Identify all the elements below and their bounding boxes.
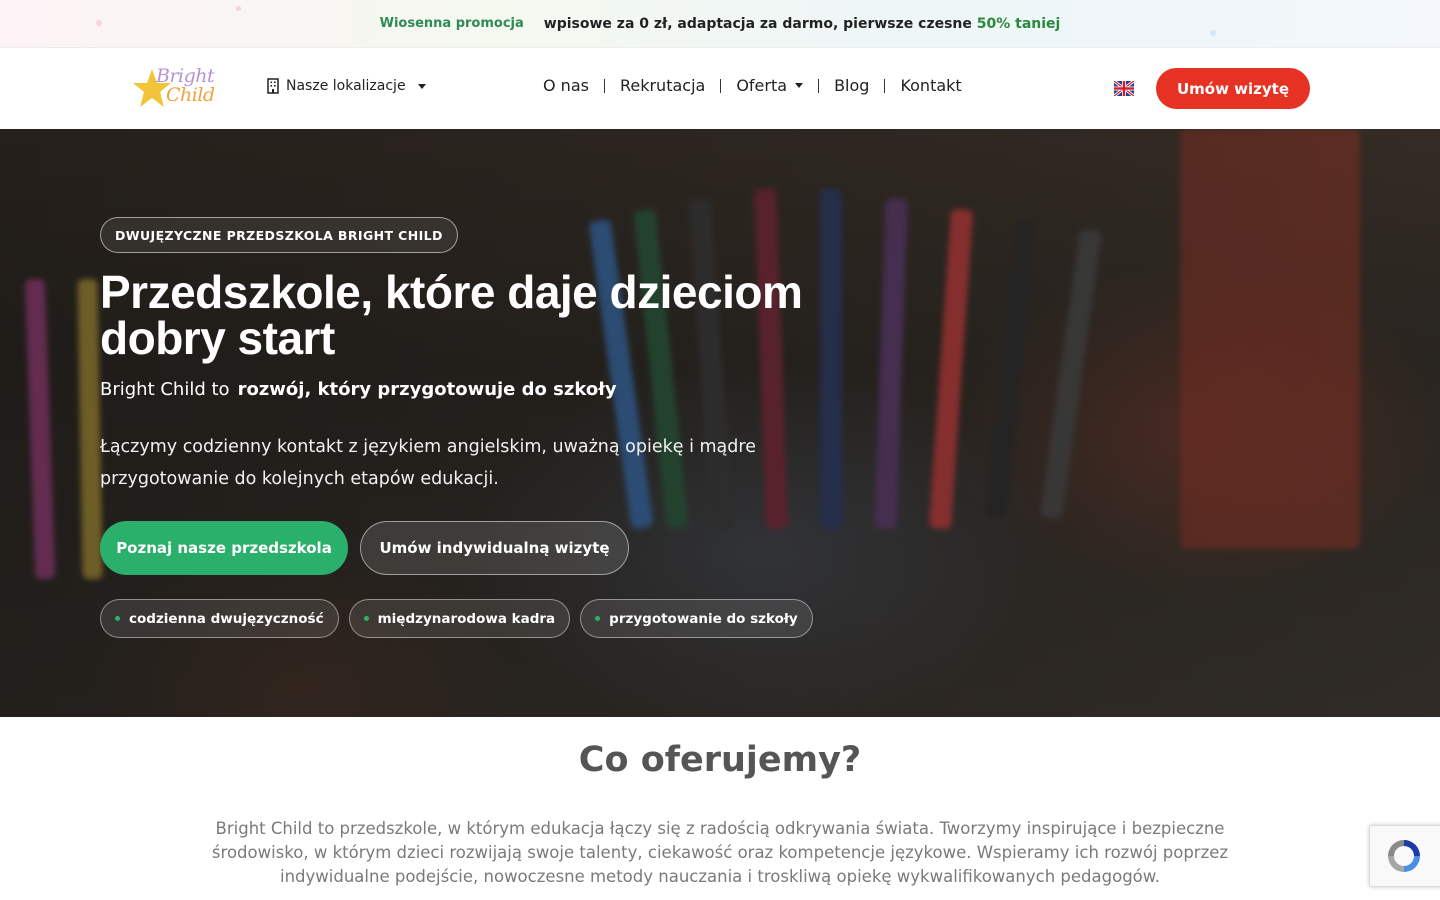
locations-label: Nasze lokalizacje xyxy=(286,78,406,94)
book-individual-visit-button[interactable]: Umów indywidualną wizytę xyxy=(360,521,629,575)
feature-chip-label: międzynarodowa kadra xyxy=(377,610,556,627)
nav-item-oferta-label: Oferta xyxy=(736,76,788,95)
confetti-decoration xyxy=(96,20,102,26)
explore-kindergartens-button[interactable]: Poznaj nasze przedszkola xyxy=(100,521,348,575)
nav-item-kontakt[interactable]: Kontakt xyxy=(900,76,961,95)
promo-highlight: 50% taniej xyxy=(976,15,1061,32)
nav-divider xyxy=(720,78,722,93)
logo[interactable]: Bright Child xyxy=(132,64,232,112)
nav-divider xyxy=(818,78,820,93)
feature-chip-label: przygotowanie do szkoły xyxy=(609,610,798,627)
main-nav: O nas Rekrutacja Oferta Blog Kontakt xyxy=(543,76,962,95)
chevron-down-icon xyxy=(795,83,804,88)
nav-item-rekrutacja[interactable]: Rekrutacja xyxy=(620,76,705,95)
hero-title: Przedszkole, które daje dzieciom dobry s… xyxy=(100,266,803,364)
promo-text-main: wpisowe za 0 zł, adaptacja za darmo, pie… xyxy=(543,15,972,32)
nav-divider xyxy=(603,78,605,93)
offer-heading: Co oferujemy? xyxy=(578,740,862,780)
bullet-dot-icon xyxy=(595,616,601,621)
promo-tag: Wiosenna promocja xyxy=(379,16,524,31)
recaptcha-icon xyxy=(1388,840,1420,872)
feature-chips: codzienna dwujęzyczność międzynarodowa k… xyxy=(100,599,813,638)
feature-chip: przygotowanie do szkoły xyxy=(580,599,813,638)
site-header: Bright Child Nasze lokalizacje O nas Rek… xyxy=(0,48,1440,129)
hero-subtitle-strong: rozwój, który przygotowuje do szkoły xyxy=(237,379,617,400)
confetti-decoration xyxy=(1210,30,1216,36)
locations-dropdown[interactable]: Nasze lokalizacje xyxy=(266,78,426,94)
promo-bar: Wiosenna promocja wpisowe za 0 zł, adapt… xyxy=(0,0,1440,48)
hero-lead: Łączymy codzienny kontakt z językiem ang… xyxy=(100,437,756,489)
nav-divider xyxy=(884,78,886,93)
book-visit-button[interactable]: Umów wizytę xyxy=(1156,68,1310,109)
feature-chip: międzynarodowa kadra xyxy=(348,599,571,638)
recaptcha-badge[interactable] xyxy=(1369,825,1440,887)
confetti-decoration xyxy=(236,6,241,11)
hero-subtitle-lead: Bright Child to xyxy=(100,379,230,400)
feature-chip: codzienna dwujęzyczność xyxy=(100,599,339,638)
building-icon xyxy=(267,78,279,94)
hero-section: DWUJĘZYCZNE PRZEDSZKOLA BRIGHT CHILD Prz… xyxy=(0,129,1440,717)
nav-item-o-nas[interactable]: O nas xyxy=(543,76,589,95)
bullet-dot-icon xyxy=(115,616,120,621)
hero-subtitle: Bright Child to rozwój, który przygotowu… xyxy=(100,379,617,400)
hero-eyebrow: DWUJĘZYCZNE PRZEDSZKOLA BRIGHT CHILD xyxy=(100,217,458,253)
bullet-dot-icon xyxy=(363,616,369,621)
logo-text-child: Child xyxy=(166,84,215,106)
chevron-down-icon xyxy=(417,83,426,89)
promo-text: wpisowe za 0 zł, adaptacja za darmo, pie… xyxy=(544,16,1061,32)
offer-description: Bright Child to przedszkole, w którym ed… xyxy=(211,819,1229,886)
uk-flag-icon[interactable] xyxy=(1114,81,1134,96)
nav-item-blog[interactable]: Blog xyxy=(834,76,869,95)
feature-chip-label: codzienna dwujęzyczność xyxy=(129,610,324,627)
nav-item-oferta[interactable]: Oferta xyxy=(736,76,804,95)
